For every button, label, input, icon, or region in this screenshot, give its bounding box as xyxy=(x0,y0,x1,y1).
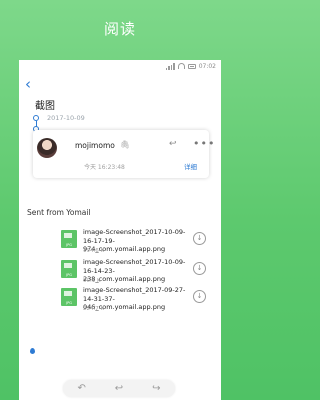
attachment-size: 194.6 K xyxy=(83,248,105,254)
bottom-toolbar: ↶ ↩ ↪ xyxy=(63,380,175,397)
image-file-icon: JPG xyxy=(61,230,77,248)
image-file-icon: JPG xyxy=(61,260,77,278)
status-time: 07:02 xyxy=(198,62,216,70)
more-icon[interactable]: ••• xyxy=(193,137,215,150)
email-time: 今天 16:23:48 xyxy=(84,164,125,171)
battery-icon xyxy=(187,63,196,69)
attachment-size: 224.7 K xyxy=(83,306,105,312)
sender-card: mojimomo 🖇︎ ↩ ••• 今天 16:23:48 详细 xyxy=(33,130,214,178)
forward-icon[interactable]: ↪ xyxy=(145,383,167,394)
email-subject: 截图 xyxy=(35,101,55,112)
attachment-item[interactable]: JPG image-Screenshot_2017-10-09-16-14-23… xyxy=(61,258,213,288)
attachment-item[interactable]: JPG image-Screenshot_2017-09-27-14-31-37… xyxy=(61,286,213,316)
attachment-item[interactable]: JPG image-Screenshot_2017-10-09-16-17-19… xyxy=(61,228,213,258)
email-signature: Sent from Yomail xyxy=(27,208,91,217)
detail-link[interactable]: 详细 xyxy=(184,161,197,171)
status-bar: 07:02 xyxy=(19,60,221,72)
image-file-icon: JPG xyxy=(61,288,77,306)
paperclip-icon: 🖇︎ xyxy=(120,140,131,149)
timeline-end-icon xyxy=(30,348,35,354)
sender-name: mojimomo xyxy=(75,141,115,150)
back-arrow-icon[interactable]: ‹ xyxy=(25,76,41,92)
download-icon[interactable]: ↓ xyxy=(193,290,206,303)
download-icon[interactable]: ↓ xyxy=(193,232,206,245)
download-icon[interactable]: ↓ xyxy=(193,262,206,275)
email-date: 2017-10-09 xyxy=(47,114,85,122)
reply-all-icon[interactable]: ↶ xyxy=(71,383,93,394)
signal-icon xyxy=(165,63,175,70)
avatar[interactable] xyxy=(37,138,57,158)
reply-icon[interactable]: ↩ xyxy=(108,383,130,394)
reply-icon[interactable]: ↩ xyxy=(169,139,177,149)
phone-screen: 07:02 ‹ 截图 2017-10-09 mojimomo 🖇︎ ↩ ••• … xyxy=(19,60,221,400)
wifi-icon xyxy=(177,63,185,69)
attachment-size: 90.1 K xyxy=(83,278,101,284)
banner-title: 阅读 xyxy=(103,20,136,38)
